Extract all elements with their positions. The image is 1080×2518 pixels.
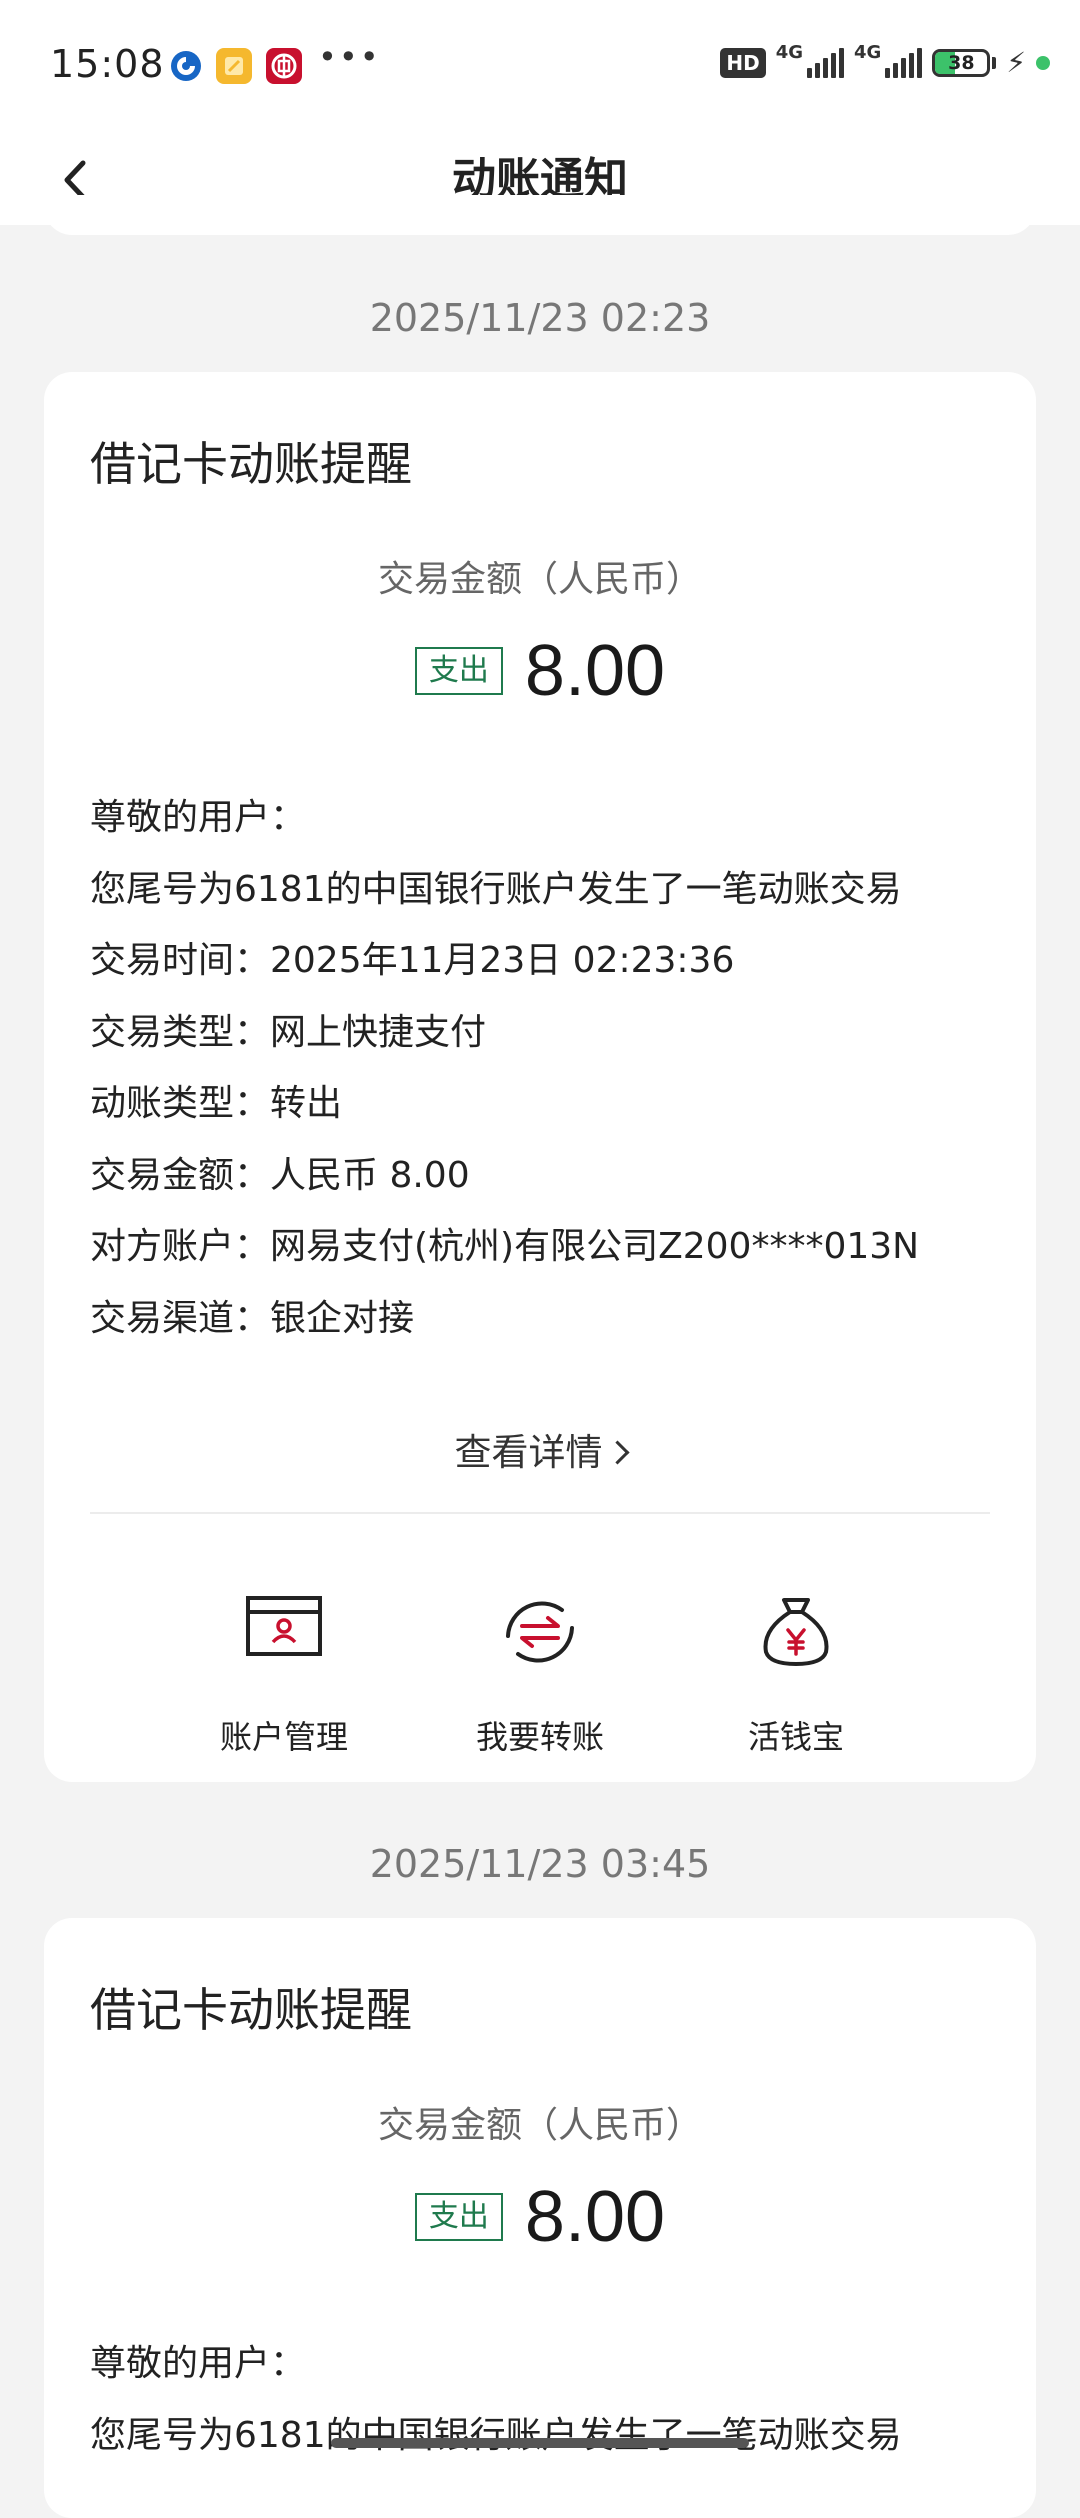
network-type-2: 4G xyxy=(854,42,882,63)
account-management-button[interactable]: 账户管理 xyxy=(154,1592,414,1772)
account-card-icon xyxy=(246,1596,322,1656)
network-type-1: 4G xyxy=(775,42,804,63)
detail-list: 尊敬的用户： 您尾号为6181的中国银行账户发生了一笔动账交易 交易时间：202… xyxy=(90,782,919,1354)
money-bag-icon xyxy=(763,1598,829,1666)
amount-label: 交易金额（人民币） xyxy=(377,559,702,600)
detail-line: 交易金额：人民币 8.00 xyxy=(90,1154,470,1196)
amount-value: 8.00 xyxy=(524,631,666,711)
card-title: 借记卡动账提醒 xyxy=(90,437,412,491)
transfer-button[interactable]: 我要转账 xyxy=(410,1592,670,1772)
notification-card: 借记卡动账提醒 交易金额（人民币） 支出 8.00 尊敬的用户： 您尾号为618… xyxy=(44,1918,1036,2518)
detail-list: 尊敬的用户： 您尾号为6181的中国银行账户发生了一笔动账交易 xyxy=(90,2328,902,2471)
divider xyxy=(90,1512,990,1514)
action-label: 账户管理 xyxy=(219,1718,348,1756)
amount-value: 8.00 xyxy=(524,2177,666,2257)
home-indicator[interactable] xyxy=(331,2438,749,2448)
battery-icon: 38 xyxy=(932,48,991,77)
card-title: 借记卡动账提醒 xyxy=(90,1983,412,2037)
signal-icon xyxy=(885,47,923,78)
battery-cap xyxy=(992,56,997,69)
detail-line: 交易类型：网上快捷支付 xyxy=(90,1011,487,1053)
previous-card-edge xyxy=(44,195,1036,235)
privacy-indicator-dot xyxy=(1036,55,1050,70)
status-time: 15:08 xyxy=(50,42,165,86)
amount-row: 支出 8.00 xyxy=(44,630,1036,712)
view-detail-link[interactable]: 查看详情 xyxy=(44,1422,1036,1476)
expense-badge: 支出 xyxy=(414,647,503,695)
action-label: 我要转账 xyxy=(475,1718,604,1756)
boc-app-icon xyxy=(266,48,302,84)
hd-voice-icon: HD xyxy=(720,47,766,78)
notification-date: 2025/11/23 03:45 xyxy=(369,1842,711,1886)
detail-line: 交易时间：2025年11月23日 02:23:36 xyxy=(90,940,735,981)
huoqianbao-button[interactable]: 活钱宝 xyxy=(666,1592,926,1772)
battery-level: 38 xyxy=(948,51,975,74)
signal-icon xyxy=(807,47,845,78)
detail-line: 尊敬的用户： xyxy=(90,797,307,838)
detail-line: 动账类型：转出 xyxy=(90,1083,343,1124)
notification-date: 2025/11/23 02:23 xyxy=(369,296,711,340)
amount-label: 交易金额（人民币） xyxy=(377,2105,702,2146)
amount-row: 支出 8.00 xyxy=(44,2176,1036,2258)
detail-line: 交易渠道：银企对接 xyxy=(90,1297,415,1339)
action-label: 活钱宝 xyxy=(747,1718,844,1756)
transfer-icon xyxy=(506,1601,574,1663)
status-indicators: HD 4G 4G 38 ⚡ xyxy=(720,42,1050,79)
more-notifications-icon: ••• xyxy=(318,38,381,76)
notes-app-icon xyxy=(216,48,252,84)
detail-line: 您尾号为6181的中国银行账户发生了一笔动账交易 xyxy=(90,2414,902,2456)
detail-line: 尊敬的用户： xyxy=(90,2343,307,2384)
charging-icon: ⚡ xyxy=(1006,46,1026,79)
bank-app-icon xyxy=(168,48,204,84)
notification-card: 借记卡动账提醒 交易金额（人民币） 支出 8.00 尊敬的用户： 您尾号为618… xyxy=(44,372,1036,1782)
quick-actions: 账户管理 我要转账 活钱宝 xyxy=(44,1592,1036,1772)
chevron-right-icon xyxy=(604,1440,630,1465)
status-bar: 15:08 ••• HD 4G 4G 38 ⚡ xyxy=(0,0,1080,135)
detail-line: 对方账户：网易支付(杭州)有限公司Z200****013N xyxy=(90,1226,920,1267)
detail-line: 您尾号为6181的中国银行账户发生了一笔动账交易 xyxy=(90,868,902,910)
view-detail-label: 查看详情 xyxy=(454,1431,603,1474)
expense-badge: 支出 xyxy=(414,2193,503,2241)
